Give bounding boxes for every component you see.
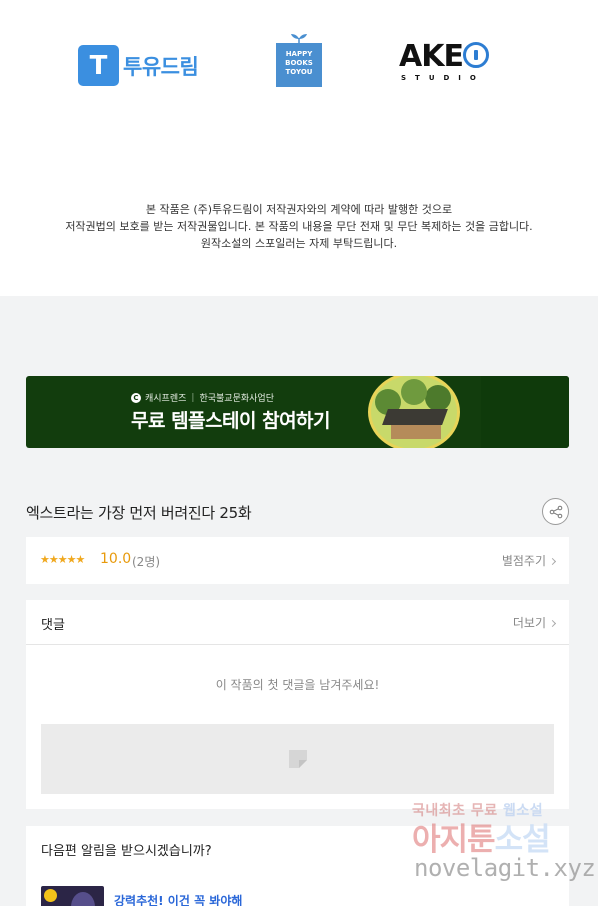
comments-title: 댓글 [41, 618, 65, 633]
happybooks-logo-box: HAPPY BOOKS TOYOU [276, 43, 322, 87]
tudream-logo-mark: T [78, 45, 119, 86]
watermark-line2: 아지툰소설 [412, 814, 551, 859]
rating-count: (2명) [132, 555, 161, 569]
share-icon [549, 505, 562, 518]
chevron-right-icon [548, 557, 557, 566]
akeo-logo-sub: STUDIO [401, 74, 485, 82]
share-button[interactable] [542, 498, 569, 525]
rating-stars-icon: ★★★★★ [40, 553, 85, 566]
divider: | [191, 392, 195, 403]
recommend-thumbnail[interactable] [41, 886, 104, 906]
akeo-studio-logo: AKE STUDIO [399, 41, 495, 89]
ad-sponsor-name: 캐시프렌즈 [145, 394, 187, 404]
watermark-text: 소설 [494, 822, 551, 858]
comment-placeholder-icon [289, 750, 307, 768]
temple-illustration-icon [368, 376, 460, 448]
akeo-logo-wordmark: AKE [399, 41, 495, 73]
ad-headline: 무료 템플스테이 참여하기 [131, 410, 331, 432]
comment-input[interactable] [41, 724, 554, 794]
rate-label: 별점주기 [501, 554, 546, 568]
notice-line: 저작권법의 보호를 받는 저작권물입니다. 본 작품의 내용을 무단 전재 및 … [65, 220, 533, 233]
notice-line: 원작소설의 스포일러는 자제 부탁드립니다. [200, 237, 398, 250]
happybooks-logo: HAPPY BOOKS TOYOU [276, 33, 322, 87]
comments-header: 댓글 더보기 [26, 600, 569, 645]
recommend-link[interactable]: 강력추천! 이건 꼭 봐야해 [114, 892, 242, 906]
happybooks-line: BOOKS [285, 59, 313, 67]
ad-sponsor: C 캐시프렌즈 | 한국불교문화사업단 [131, 391, 274, 404]
happybooks-line: HAPPY [285, 50, 313, 58]
copyright-notice: 본 작품은 (주)투유드림이 저작권자와의 계약에 따라 발행한 것으로 저작권… [0, 201, 598, 252]
notice-line: 본 작품은 (주)투유드림이 저작권자와의 계약에 따라 발행한 것으로 [145, 203, 453, 216]
comments-empty-message: 이 작품의 첫 댓글을 남겨주세요! [215, 678, 380, 692]
rating-score: 10.0 [100, 551, 132, 567]
akeo-logo-text: AKE [399, 39, 464, 74]
watermark-text: 아지툰 [412, 822, 496, 858]
ad-partner-name: 한국불교문화사업단 [199, 394, 274, 404]
comments-more-link[interactable]: 더보기 [512, 614, 557, 631]
banner-edge [481, 376, 569, 448]
ad-banner[interactable]: C 캐시프렌즈 | 한국불교문화사업단 무료 템플스테이 참여하기 [26, 376, 569, 448]
akeo-o-icon [462, 42, 489, 68]
cashfriends-icon: C [131, 392, 141, 403]
rating-card: ★★★★★ 10.0 (2명) 별점주기 [26, 537, 569, 584]
clock-icon [44, 889, 57, 902]
happybooks-line: TOYOU [285, 68, 313, 76]
rate-button[interactable]: 별점주기 [501, 552, 557, 569]
watermark-url: novelagit.xyz [414, 854, 596, 882]
tudream-logo: T 투유드림 [78, 45, 199, 86]
copyright-section: T 투유드림 HAPPY BOOKS TOYOU AKE STUDIO 본 작품… [0, 0, 598, 296]
episode-title: 엑스트라는 가장 먼저 버려진다 25화 [26, 504, 252, 522]
chevron-right-icon [548, 619, 557, 628]
site-watermark: 국내최초 무료 웹소설 아지툰소설 novelagit.xyz [412, 800, 596, 890]
comments-more-label: 더보기 [512, 616, 546, 630]
tudream-logo-text: 투유드림 [123, 54, 199, 79]
alert-question: 다음편 알림을 받으시겠습니까? [41, 844, 212, 859]
comments-card: 댓글 더보기 이 작품의 첫 댓글을 남겨주세요! [26, 600, 569, 809]
tudream-logo-letter: T [89, 50, 108, 81]
